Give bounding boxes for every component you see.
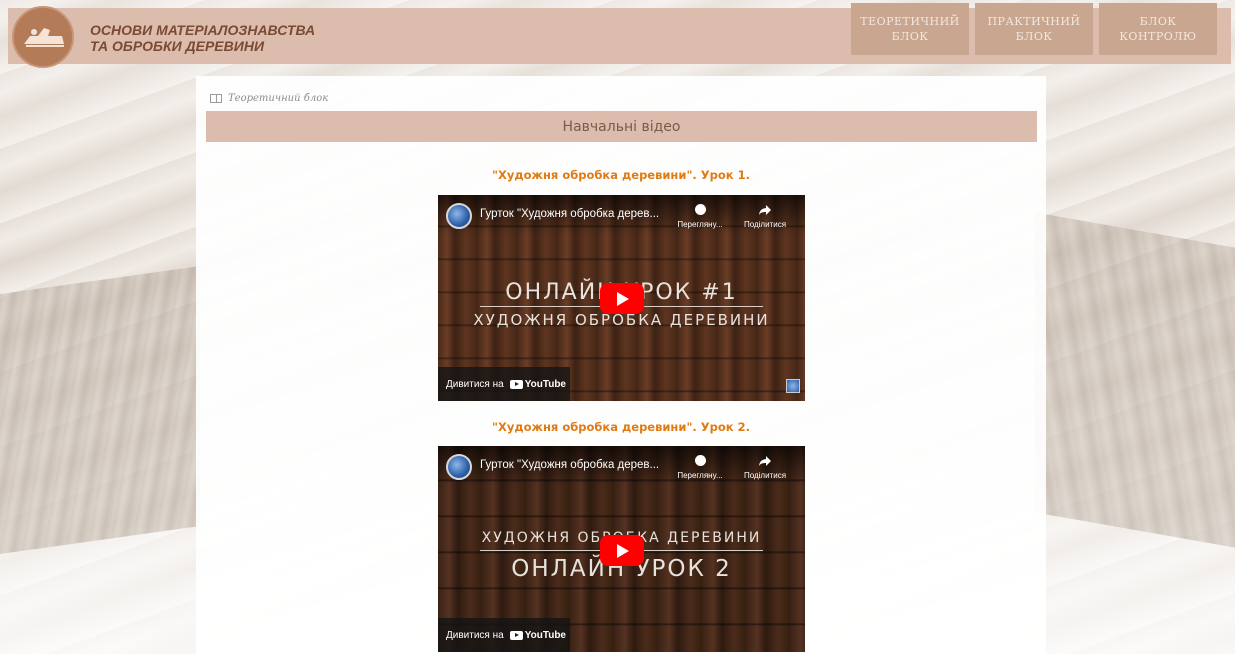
watch-later-button[interactable]: Переглянy... xyxy=(670,203,730,229)
share-icon xyxy=(759,205,771,215)
nav-theory-block[interactable]: ТЕОРЕТИЧНИЙ БЛОК xyxy=(851,3,969,55)
clock-icon xyxy=(694,204,706,215)
youtube-logo: YouTube xyxy=(509,378,566,390)
watch-later-button[interactable]: Переглянy... xyxy=(670,454,730,480)
watch-later-label: Переглянy... xyxy=(677,471,723,480)
watch-on-youtube-button[interactable]: Дивитися на YouTube xyxy=(438,618,570,652)
video-heading-1: "Художня обробка деревини". Урок 1. xyxy=(492,168,750,182)
nav-practice-line1: ПРАКТИЧНИЙ xyxy=(987,15,1081,28)
wood-plane-icon xyxy=(24,28,64,47)
video-heading-2: "Художня обробка деревини". Урок 2. xyxy=(492,420,750,434)
share-button[interactable]: Поділитися xyxy=(735,454,795,480)
site-title[interactable]: ОСНОВИ МАТЕРІАЛОЗНАВСТВА ТА ОБРОБКИ ДЕРЕ… xyxy=(90,22,315,54)
video-player-2[interactable]: Гурток "Художня обробка дерев... Перегля… xyxy=(438,446,805,652)
youtube-play-icon xyxy=(509,630,523,640)
background-wood-left xyxy=(0,265,200,555)
share-label: Поділитися xyxy=(743,220,787,229)
play-button[interactable] xyxy=(600,283,644,314)
clock-icon xyxy=(694,455,706,466)
breadcrumb[interactable]: Теоретичний блок xyxy=(210,93,328,104)
share-button[interactable]: Поділитися xyxy=(735,203,795,229)
share-icon xyxy=(759,456,771,466)
channel-watermark-icon[interactable] xyxy=(786,379,800,393)
video-caption-1[interactable]: Гурток "Художня обробка дерев... xyxy=(480,208,659,220)
video-caption-2[interactable]: Гурток "Художня обробка дерев... xyxy=(480,459,659,471)
nav-theory-line1: ТЕОРЕТИЧНИЙ xyxy=(860,15,960,28)
nav-theory-line2: БЛОК xyxy=(891,30,929,43)
section-title-bar: Навчальні відео xyxy=(206,111,1037,142)
nav-control-line2: КОНТРОЛЮ xyxy=(1119,30,1197,43)
nav-practice-line2: БЛОК xyxy=(1015,30,1053,43)
watch-on-label: Дивитися на xyxy=(446,629,504,641)
youtube-wordmark: YouTube xyxy=(524,629,566,641)
nav-control-line1: БЛОК xyxy=(1139,15,1177,28)
watch-on-youtube-button[interactable]: Дивитися на YouTube xyxy=(438,367,570,401)
nav-practice-block[interactable]: ПРАКТИЧНИЙ БЛОК xyxy=(975,3,1093,55)
play-button[interactable] xyxy=(600,535,644,566)
book-icon xyxy=(210,94,222,103)
video-player-1[interactable]: Гурток "Художня обробка дерев... Перегля… xyxy=(438,195,805,401)
youtube-wordmark: YouTube xyxy=(524,378,566,390)
section-title: Навчальні відео xyxy=(562,118,681,135)
site-title-line2: ТА ОБРОБКИ ДЕРЕВИНИ xyxy=(90,38,265,54)
nav-control-block[interactable]: БЛОК КОНТРОЛЮ xyxy=(1099,3,1217,55)
logo-plane-icon[interactable] xyxy=(12,6,74,68)
channel-avatar[interactable] xyxy=(446,203,472,229)
background-wood-right xyxy=(1035,212,1235,548)
youtube-play-icon xyxy=(509,379,523,389)
breadcrumb-label: Теоретичний блок xyxy=(228,93,329,104)
watch-on-label: Дивитися на xyxy=(446,378,504,390)
channel-avatar[interactable] xyxy=(446,454,472,480)
share-label: Поділитися xyxy=(743,471,787,480)
youtube-logo: YouTube xyxy=(509,629,566,641)
content-panel: Теоретичний блок Навчальні відео "Художн… xyxy=(196,76,1046,654)
site-title-line1: ОСНОВИ МАТЕРІАЛОЗНАВСТВА xyxy=(90,22,316,38)
watch-later-label: Переглянy... xyxy=(677,220,723,229)
